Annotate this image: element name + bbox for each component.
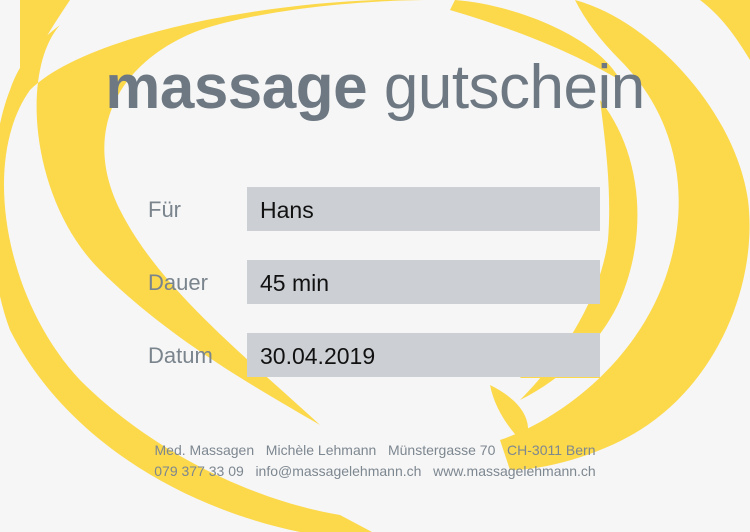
field-datum: 30.04.2019 (247, 333, 600, 377)
label-datum: Datum (148, 343, 213, 368)
label-fuer: Für (148, 197, 181, 222)
voucher-title: massage gutschein (0, 52, 750, 123)
field-fuer: Hans (247, 187, 600, 231)
label-dauer: Dauer (148, 270, 208, 295)
footer-contact: 079 377 33 09 info@massagelehmann.ch www… (154, 463, 596, 479)
title-light: gutschein (383, 53, 645, 122)
value-datum: 30.04.2019 (260, 343, 376, 369)
value-fuer: Hans (260, 197, 314, 223)
title-bold: massage (105, 53, 368, 122)
field-dauer: 45 min (247, 260, 600, 304)
value-dauer: 45 min (260, 270, 330, 296)
footer-address: Med. Massagen Michèle Lehmann Münstergas… (154, 442, 596, 458)
